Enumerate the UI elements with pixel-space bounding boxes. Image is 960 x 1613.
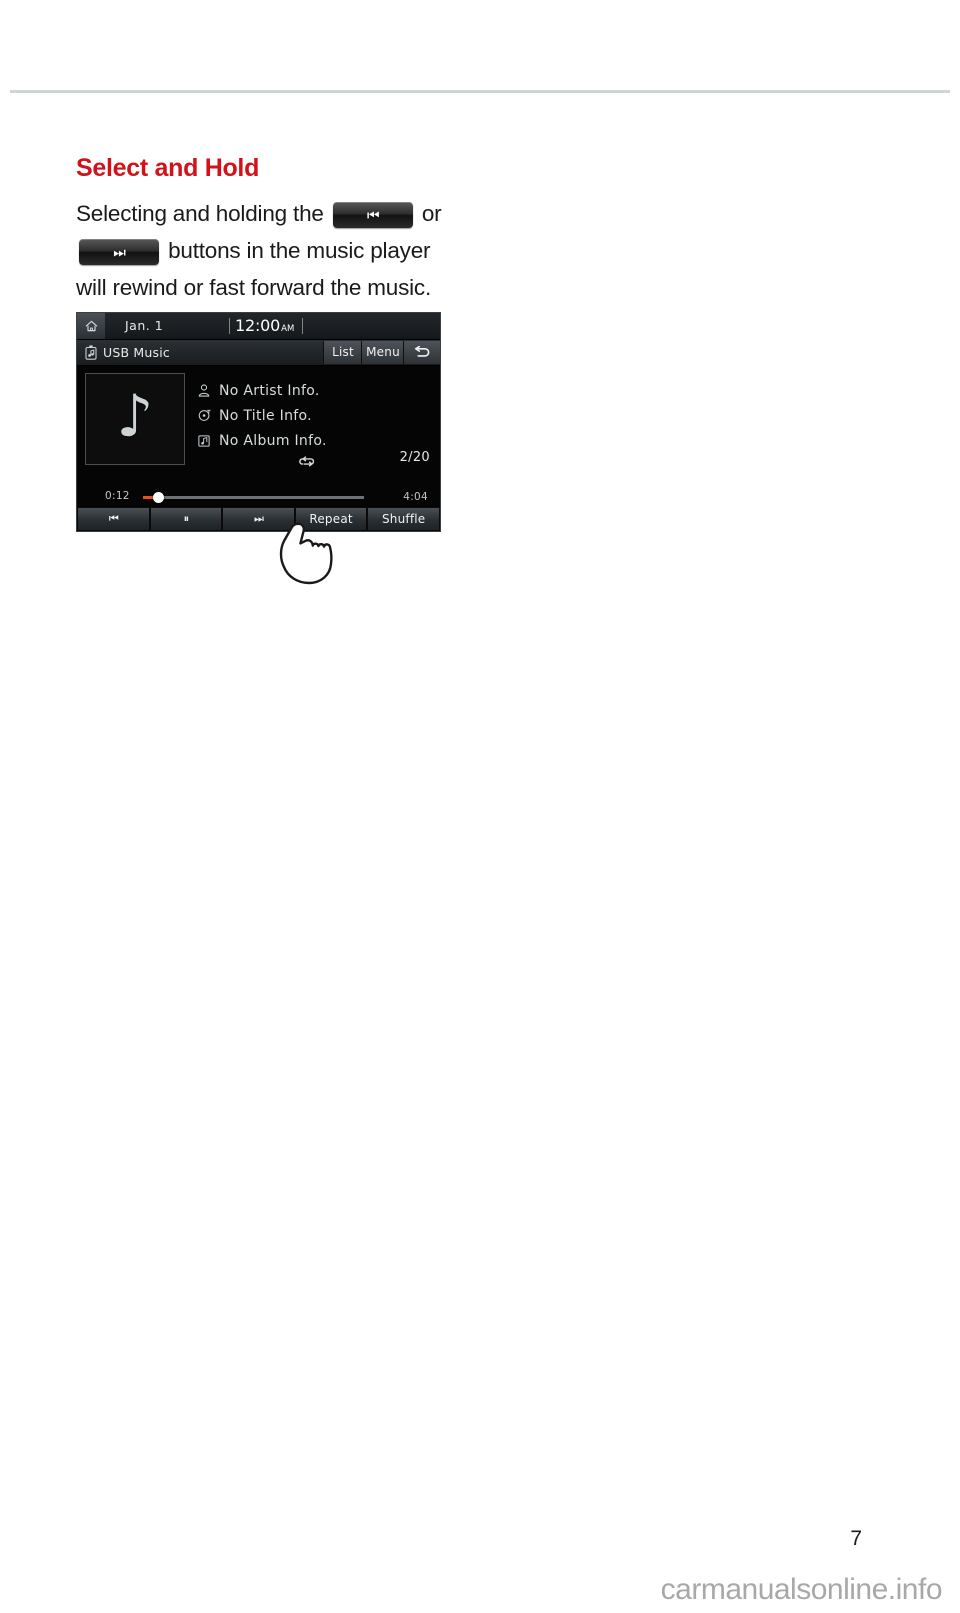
shuffle-button[interactable]: Shuffle	[368, 508, 439, 530]
pause-button[interactable]: ⏸	[150, 508, 222, 530]
paragraph-line-3: will rewind or fast forward the music.	[76, 269, 446, 306]
usb-music-icon	[85, 345, 97, 360]
track-metadata-list: No Artist Info. No Title Info. No Album …	[195, 378, 430, 453]
fast-forward-button[interactable]: ⏭	[79, 238, 159, 265]
site-watermark: carmanualsonline.info	[660, 1573, 943, 1606]
playback-control-bar: ⏮ ⏸ ⏭ Repeat Shuffle	[77, 507, 440, 531]
total-time: 4:04	[403, 491, 428, 503]
status-bar: Jan. 1 12:00AM	[77, 313, 440, 340]
status-date: Jan. 1	[125, 318, 164, 333]
metadata-row-title: No Title Info.	[195, 403, 430, 428]
status-clock: 12:00AM	[235, 313, 294, 339]
source-title-bar: USB Music List Menu	[77, 340, 440, 366]
paragraph-text-1: Selecting and holding the	[76, 200, 324, 226]
artist-icon	[195, 384, 213, 397]
album-text: No Album Info.	[219, 432, 327, 449]
paragraph-line-1: Selecting and holding the ⏮ or	[76, 195, 446, 232]
home-button[interactable]	[77, 313, 105, 339]
back-arrow-icon	[414, 346, 429, 357]
progress-slider[interactable]	[143, 492, 364, 503]
page-title: Select and Hold	[76, 154, 260, 182]
album-icon	[195, 434, 213, 447]
head-unit-screen: Jan. 1 12:00AM USB Music List Menu ♪ No …	[76, 312, 441, 532]
rewind-icon: ⏮	[366, 206, 380, 223]
rewind-button[interactable]: ⏮	[332, 201, 413, 228]
elapsed-time: 0:12	[105, 490, 130, 502]
title-text: No Title Info.	[219, 407, 312, 424]
artist-text: No Artist Info.	[219, 382, 320, 399]
fast-forward-icon: ⏭	[113, 243, 126, 260]
paragraph-text-3: will rewind or fast forward the music.	[76, 274, 432, 300]
previous-track-icon: ⏮	[108, 512, 119, 525]
metadata-row-album: No Album Info.	[195, 428, 430, 453]
progress-row: 0:12 4:04	[77, 488, 440, 508]
page-number: 7	[850, 1527, 862, 1550]
back-button[interactable]	[403, 341, 440, 364]
menu-button[interactable]: Menu	[361, 341, 404, 364]
section-content: Select and Hold Selecting and holding th…	[76, 154, 446, 306]
body-paragraph: Selecting and holding the ⏮ or ⏭ buttons…	[76, 195, 446, 306]
metadata-row-artist: No Artist Info.	[195, 378, 430, 403]
list-button[interactable]: List	[323, 341, 362, 364]
pause-icon: ⏸	[183, 512, 189, 525]
media-info-area: ♪ No Artist Info. No Title Info. No Albu…	[77, 366, 440, 488]
album-art: ♪	[85, 373, 185, 465]
repeat-icon	[299, 453, 316, 472]
source-label: USB Music	[103, 345, 170, 360]
next-track-icon: ⏭	[254, 512, 264, 525]
previous-track-button[interactable]: ⏮	[78, 508, 149, 530]
touch-hand-icon	[279, 522, 333, 585]
status-divider-left	[229, 318, 230, 334]
paragraph-text-2: buttons in the music player	[168, 237, 431, 263]
progress-knob[interactable]	[153, 492, 165, 503]
paragraph-line-2: ⏭ buttons in the music player	[76, 232, 446, 269]
clock-meridiem: AM	[281, 324, 295, 334]
status-divider-right	[302, 318, 303, 334]
header-divider	[10, 90, 950, 93]
paragraph-text-or: or	[421, 200, 442, 226]
track-counter: 2/20	[399, 450, 430, 465]
title-icon	[195, 409, 213, 422]
music-note-icon: ♪	[116, 382, 154, 450]
clock-time: 12:00	[235, 316, 281, 335]
home-icon	[85, 320, 97, 332]
